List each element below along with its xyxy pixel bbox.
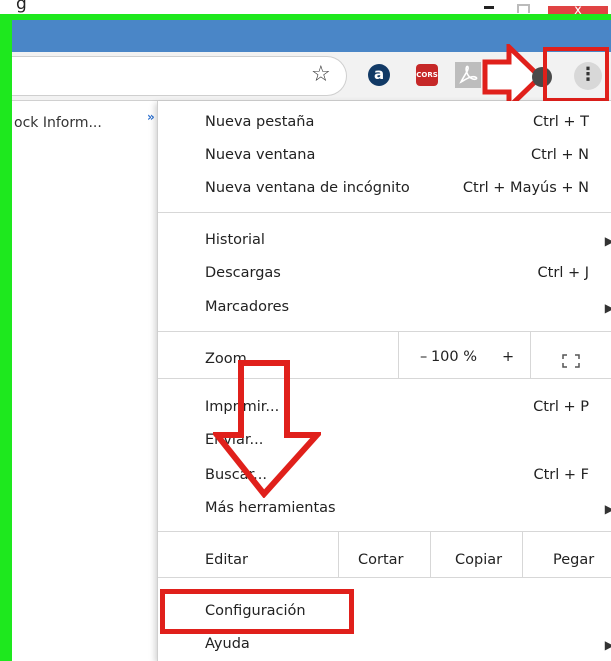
settings-highlight <box>160 589 354 634</box>
menu-item-more-tools[interactable]: Más herramientas <box>205 500 336 516</box>
menu-divider <box>158 331 611 332</box>
edit-divider <box>430 532 431 577</box>
shortcut-downloads: Ctrl + J <box>537 265 589 281</box>
fullscreen-icon[interactable] <box>562 353 580 372</box>
menu-divider <box>158 212 611 213</box>
annotation-frame-top <box>0 14 611 20</box>
cut-button[interactable]: Cortar <box>358 552 404 568</box>
shortcut-incognito: Ctrl + Mayús + N <box>462 180 589 196</box>
shortcut-new-tab: Ctrl + T <box>532 114 589 130</box>
pdf-extension-icon[interactable] <box>455 62 481 88</box>
submenu-arrow-icon: ▶ <box>604 301 611 315</box>
shortcut-new-window: Ctrl + N <box>530 147 589 163</box>
menu-divider <box>158 531 611 532</box>
menu-button-highlight <box>543 47 609 102</box>
menu-item-help[interactable]: Ayuda <box>205 636 250 652</box>
bookmark-item[interactable]: ock Inform... <box>14 115 102 131</box>
shortcut-find: Ctrl + F <box>533 467 589 483</box>
submenu-arrow-icon: ▶ <box>604 502 611 516</box>
copy-button[interactable]: Copiar <box>455 552 502 568</box>
zoom-divider <box>530 332 531 378</box>
submenu-arrow-icon: ▶ <box>604 234 611 248</box>
edit-divider <box>522 532 523 577</box>
zoom-value: 100 % <box>430 349 478 365</box>
window-title-fragment: g <box>16 0 27 14</box>
menu-item-edit: Editar <box>205 552 248 568</box>
annotation-frame-left <box>0 14 12 661</box>
menu-item-bookmarks[interactable]: Marcadores <box>205 299 289 315</box>
a-extension-icon[interactable]: a <box>368 64 390 86</box>
submenu-arrow-icon: ▶ <box>604 638 611 652</box>
menu-item-new-tab[interactable]: Nueva pestaña <box>205 114 314 130</box>
bookmark-overflow-icon[interactable]: » <box>147 110 155 124</box>
minimize-icon[interactable] <box>484 6 494 9</box>
menu-item-new-window[interactable]: Nueva ventana <box>205 147 315 163</box>
paste-button[interactable]: Pegar <box>553 552 594 568</box>
zoom-in-button[interactable]: + <box>502 349 514 365</box>
zoom-divider <box>398 332 399 378</box>
address-bar[interactable] <box>12 56 347 96</box>
menu-item-downloads[interactable]: Descargas <box>205 265 281 281</box>
maximize-icon[interactable] <box>517 4 530 13</box>
down-arrow-annotation <box>213 360 321 498</box>
pdf-glyph-icon <box>459 65 478 84</box>
shortcut-print: Ctrl + P <box>533 399 589 415</box>
menu-item-history[interactable]: Historial <box>205 232 265 248</box>
zoom-out-button[interactable]: – <box>420 349 427 365</box>
edit-divider <box>338 532 339 577</box>
star-icon[interactable]: ☆ <box>311 62 331 87</box>
cors-extension-icon[interactable]: CORS <box>416 64 438 86</box>
menu-item-incognito[interactable]: Nueva ventana de incógnito <box>205 180 410 196</box>
menu-divider <box>158 577 611 578</box>
